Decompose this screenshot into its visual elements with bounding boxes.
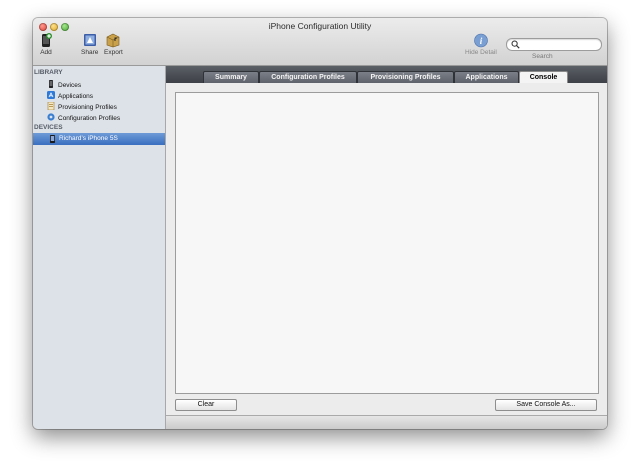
tab-console[interactable]: Console bbox=[519, 71, 568, 83]
sidebar-item-provisioning-profiles[interactable]: Provisioning Profiles bbox=[47, 102, 117, 113]
search-field[interactable] bbox=[506, 38, 602, 51]
tab-summary[interactable]: Summary bbox=[203, 71, 259, 83]
sidebar-item-label: Devices bbox=[58, 82, 82, 89]
hide-detail-button[interactable]: i Hide Detail bbox=[465, 33, 497, 56]
app-window: iPhone Configuration Utility Add Share E… bbox=[33, 18, 607, 429]
add-button[interactable]: Add bbox=[39, 33, 53, 56]
sidebar: LIBRARY Devices Applications Provisionin… bbox=[33, 66, 166, 429]
search-label: Search bbox=[532, 53, 553, 60]
export-label: Export bbox=[104, 49, 123, 56]
gear-icon bbox=[47, 113, 55, 121]
tab-provisioning-profiles[interactable]: Provisioning Profiles bbox=[357, 71, 454, 83]
hide-detail-label: Hide Detail bbox=[465, 49, 497, 56]
title-bar: iPhone Configuration Utility Add Share E… bbox=[33, 18, 607, 66]
tab-configuration-profiles[interactable]: Configuration Profiles bbox=[259, 71, 357, 83]
clear-button[interactable]: Clear bbox=[175, 399, 237, 411]
sidebar-item-label: Applications bbox=[58, 93, 94, 100]
iphone-icon bbox=[49, 80, 53, 88]
sidebar-item-applications[interactable]: Applications bbox=[47, 91, 93, 102]
library-header: LIBRARY bbox=[34, 69, 63, 76]
save-console-button[interactable]: Save Console As... bbox=[495, 399, 597, 411]
iphone-icon bbox=[50, 135, 55, 143]
sidebar-item-devices[interactable]: Devices bbox=[47, 80, 81, 91]
tab-applications[interactable]: Applications bbox=[454, 71, 519, 83]
bottom-bar bbox=[166, 415, 607, 429]
add-device-icon bbox=[42, 33, 52, 47]
share-icon bbox=[83, 34, 96, 46]
sidebar-item-device[interactable]: Richard’s iPhone 5S bbox=[33, 133, 165, 145]
sidebar-item-configuration-profiles[interactable]: Configuration Profiles bbox=[47, 113, 120, 124]
device-label: Richard’s iPhone 5S bbox=[59, 135, 118, 142]
export-button[interactable]: Export bbox=[104, 33, 123, 56]
tab-bar: Summary Configuration Profiles Provision… bbox=[166, 66, 607, 83]
app-store-icon bbox=[47, 91, 55, 99]
window-title: iPhone Configuration Utility bbox=[268, 21, 372, 31]
console-output[interactable] bbox=[175, 92, 599, 394]
export-box-icon bbox=[107, 33, 120, 48]
sidebar-item-label: Provisioning Profiles bbox=[58, 104, 117, 111]
devices-header: DEVICES bbox=[34, 124, 63, 131]
share-button[interactable]: Share bbox=[81, 33, 98, 56]
add-label: Add bbox=[40, 49, 52, 56]
sidebar-item-label: Configuration Profiles bbox=[58, 115, 121, 122]
info-icon: i bbox=[474, 33, 488, 48]
detail-pane: Summary Configuration Profiles Provision… bbox=[166, 66, 607, 429]
search-icon bbox=[511, 40, 520, 49]
certificate-icon bbox=[47, 102, 55, 110]
share-label: Share bbox=[81, 49, 99, 56]
